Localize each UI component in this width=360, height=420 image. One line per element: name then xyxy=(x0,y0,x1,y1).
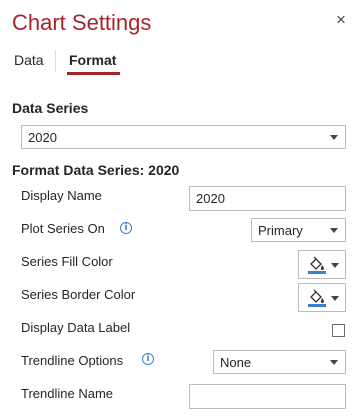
active-tab-indicator xyxy=(67,72,120,75)
plot-series-on-label: Plot Series On xyxy=(21,221,105,236)
trendline-options-select[interactable]: None xyxy=(213,350,346,374)
chevron-down-icon xyxy=(330,228,338,233)
tab-format[interactable]: Format xyxy=(69,52,116,68)
plot-series-on-select[interactable]: Primary xyxy=(251,218,346,242)
data-series-value: 2020 xyxy=(28,130,57,145)
trendline-options-value: None xyxy=(220,355,252,370)
plot-series-on-value: Primary xyxy=(258,223,303,238)
paint-bucket-icon xyxy=(310,289,324,303)
data-series-heading: Data Series xyxy=(12,100,89,116)
paint-bucket-icon xyxy=(310,256,324,270)
series-border-color-label: Series Border Color xyxy=(21,287,136,302)
chevron-down-icon xyxy=(330,360,338,365)
display-data-label-label: Display Data Label xyxy=(21,320,131,335)
info-icon[interactable]: i xyxy=(120,222,132,234)
format-data-series-heading: Format Data Series: 2020 xyxy=(12,162,180,178)
trendline-name-label: Trendline Name xyxy=(21,386,114,401)
display-data-label-checkbox[interactable] xyxy=(332,324,345,337)
series-fill-color-label: Series Fill Color xyxy=(21,254,113,269)
series-border-color-button[interactable] xyxy=(298,283,346,312)
series-fill-color-button[interactable] xyxy=(298,250,346,279)
panel-title: Chart Settings xyxy=(12,10,152,35)
tab-data[interactable]: Data xyxy=(14,52,44,68)
chevron-down-icon xyxy=(331,263,339,268)
display-name-input[interactable] xyxy=(189,186,346,211)
tab-divider xyxy=(55,50,56,72)
fill-color-swatch xyxy=(308,271,326,274)
tab-bar: Data Format xyxy=(0,50,360,76)
chevron-down-icon xyxy=(331,296,339,301)
trendline-name-input[interactable] xyxy=(189,384,346,409)
info-icon[interactable]: i xyxy=(142,353,154,365)
border-color-swatch xyxy=(308,304,326,307)
trendline-options-label: Trendline Options xyxy=(21,353,124,368)
chevron-down-icon xyxy=(330,135,338,140)
data-series-select[interactable]: 2020 xyxy=(21,125,346,149)
close-icon[interactable]: × xyxy=(333,11,349,28)
display-name-label: Display Name xyxy=(21,188,102,203)
